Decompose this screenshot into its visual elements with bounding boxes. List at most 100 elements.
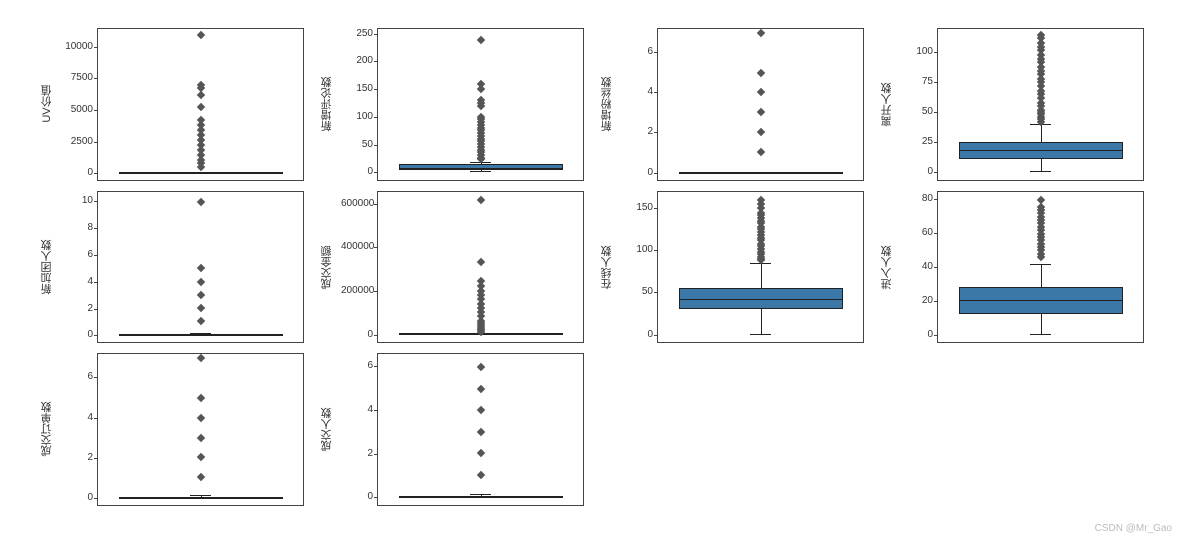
boxplot-cell: 新加团人数0246810 (40, 191, 304, 344)
tick-label: 250 (341, 29, 373, 39)
tick-label: 0 (341, 330, 373, 340)
whisker-lower (1041, 159, 1042, 171)
plot-panel (937, 191, 1144, 344)
tick-label: 6 (61, 250, 93, 260)
outlier-marker (476, 385, 484, 393)
whisker-cap-lower (1030, 171, 1051, 172)
y-ticks: 050100150 (621, 191, 655, 344)
outlier-marker (196, 103, 204, 111)
outlier-marker (196, 453, 204, 461)
outlier-marker (196, 394, 204, 402)
y-ticks: 0200000400000600000 (341, 191, 375, 344)
outlier-marker (476, 85, 484, 93)
whisker-upper (1041, 264, 1042, 287)
tick-label: 100 (901, 47, 933, 57)
outlier-marker (756, 68, 764, 76)
tick-label: 7500 (61, 73, 93, 83)
median-line (679, 172, 843, 173)
outlier-marker (196, 198, 204, 206)
plot-area: 025005000750010000 (61, 28, 304, 181)
boxplot-cell: 成交人数 0 2 4 6 (320, 353, 584, 506)
outlier-marker (476, 363, 484, 371)
median-line (119, 334, 283, 335)
outlier-marker (196, 473, 204, 481)
tick-label: 2 (341, 449, 373, 459)
outlier-marker (756, 148, 764, 156)
tick-label: 0 (901, 167, 933, 177)
y-axis-label: 新增评论数 (320, 28, 335, 181)
whisker-upper (761, 263, 762, 288)
median-line (959, 300, 1123, 301)
outlier-marker (756, 29, 764, 37)
tick-label: 50 (341, 140, 373, 150)
tick-label: 0 (61, 168, 93, 178)
outlier-marker (196, 433, 204, 441)
tick-label: 25 (901, 137, 933, 147)
y-ticks: 0 2 4 6 8 10 (61, 191, 95, 344)
outlier-marker (476, 471, 484, 479)
boxplot-grid: UV价值025005000750010000新增评论数0501001502002… (0, 0, 1184, 540)
tick-label: 50 (901, 107, 933, 117)
tick-label: 400000 (341, 242, 373, 252)
tick-label: 10000 (61, 42, 93, 52)
outlier-marker (476, 449, 484, 457)
tick-label: 0 (61, 330, 93, 340)
y-axis-label: 成交人数 (320, 353, 335, 506)
whisker-cap-lower (1030, 334, 1051, 335)
median-line (119, 172, 283, 173)
tick-label: 6 (621, 47, 653, 57)
tick-label: 8 (61, 223, 93, 233)
plot-area: 0255075100 (901, 28, 1144, 181)
boxplot-cell: 离开人数0255075100 (880, 28, 1144, 181)
tick-label: 2 (61, 304, 93, 314)
plot-area: 050100150200250 (341, 28, 584, 181)
tick-label: 50 (621, 287, 653, 297)
plot-panel (377, 28, 584, 181)
boxplot-cell: 在线人数050100150 (600, 191, 864, 344)
tick-label: 10 (61, 196, 93, 206)
boxplot-cell: UV价值025005000750010000 (40, 28, 304, 181)
tick-label: 80 (901, 194, 933, 204)
tick-label: 60 (901, 228, 933, 238)
tick-label: 4 (61, 277, 93, 287)
tick-label: 0 (621, 168, 653, 178)
outlier-marker (196, 277, 204, 285)
plot-area: 050100150 (621, 191, 864, 344)
y-ticks: 0246 (61, 353, 95, 506)
y-axis-label: UV价值 (40, 28, 55, 181)
tick-label: 0 (341, 492, 373, 502)
y-axis-label: 成交金额 (320, 191, 335, 344)
y-ticks: 0 2 4 6 (341, 353, 375, 506)
y-axis-label: 在线人数 (600, 191, 615, 344)
plot-panel (97, 28, 304, 181)
whisker-lower (1041, 314, 1042, 334)
tick-label: 6 (341, 361, 373, 371)
boxplot-cell: 成交金额0200000400000600000 (320, 191, 584, 344)
tick-label: 2500 (61, 137, 93, 147)
median-line (119, 497, 283, 498)
tick-label: 0 (621, 330, 653, 340)
tick-label: 20 (901, 296, 933, 306)
outlier-marker (756, 128, 764, 136)
tick-label: 0 (901, 330, 933, 340)
tick-label: 200 (341, 56, 373, 66)
outlier-marker (476, 36, 484, 44)
boxplot-cell: 新增粉丝数0246 (600, 28, 864, 181)
plot-panel (97, 353, 304, 506)
tick-label: 100 (341, 112, 373, 122)
plot-area: 0 2 4 6 (341, 353, 584, 506)
whisker-cap-upper (470, 494, 491, 495)
outlier-marker (196, 290, 204, 298)
outlier-marker (756, 88, 764, 96)
median-line (679, 299, 843, 300)
median-line (399, 496, 563, 497)
plot-panel (657, 191, 864, 344)
tick-label: 4 (341, 405, 373, 415)
box (399, 164, 563, 171)
boxplot-cell: 新增评论数050100150200250 (320, 28, 584, 181)
y-axis-label: 新增粉丝数 (600, 28, 615, 181)
plot-area: 0 2 4 6 8 10 (61, 191, 304, 344)
tick-label: 2 (61, 453, 93, 463)
y-ticks: 020406080 (901, 191, 935, 344)
tick-label: 600000 (341, 199, 373, 209)
